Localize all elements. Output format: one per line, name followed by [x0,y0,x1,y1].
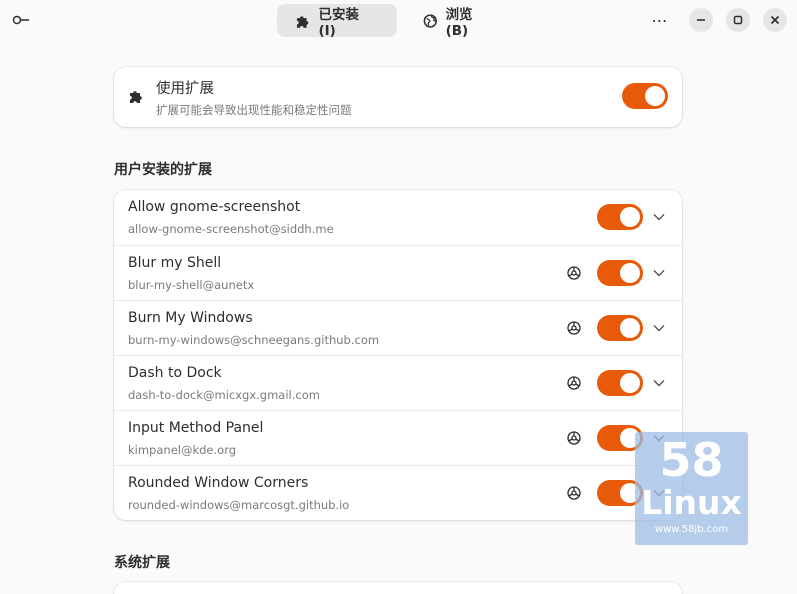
toggle-knob [620,318,640,338]
chevron-down-icon[interactable] [652,321,666,335]
system-extensions-heading: 系统扩展 [114,555,170,571]
use-extensions-card: 使用扩展 扩展可能会导致出现性能和稳定性问题 [114,67,682,127]
toggle-knob [620,373,640,393]
toggle-knob [620,263,640,283]
extension-toggle[interactable] [597,260,643,286]
extension-name: Rounded Window Corners [128,475,309,491]
tab-browse-label: 浏览 (B) [445,6,473,39]
maximize-button[interactable] [726,8,750,32]
list-item[interactable]: Dash to Dock dash-to-dock@micxgx.gmail.c… [114,355,682,410]
close-icon [770,15,780,25]
puzzle-icon [296,15,309,28]
use-extensions-toggle[interactable] [622,83,668,109]
puzzle-icon [130,91,142,103]
chevron-down-icon[interactable] [652,266,666,280]
extension-toggle[interactable] [597,370,643,396]
list-item[interactable]: Blur my Shell blur-my-shell@aunetx [114,245,682,300]
extension-id: allow-gnome-screenshot@siddh.me [128,222,334,236]
extension-name: Allow gnome-screenshot [128,199,301,215]
extension-toggle[interactable] [597,315,643,341]
extension-id: rounded-windows@marcosgt.github.io [128,498,350,512]
watermark-word: Linux [641,483,742,522]
extension-name: Dash to Dock [128,365,222,381]
watermark-url: www.58jb.com [654,524,729,535]
use-extensions-subtitle: 扩展可能会导致出现性能和稳定性问题 [156,103,352,117]
gear-icon[interactable] [566,485,582,501]
globe-icon [423,13,437,28]
extension-name: Input Method Panel [128,420,264,436]
key-icon[interactable] [12,13,30,27]
chevron-down-icon[interactable] [652,210,666,224]
user-extensions-list: Allow gnome-screenshot allow-gnome-scree… [114,190,682,520]
list-item[interactable]: Input Method Panel kimpanel@kde.org [114,410,682,465]
minimize-icon [697,19,705,21]
extension-id: burn-my-windows@schneegans.github.com [128,333,380,347]
watermark-logo: 58 Linux www.58jb.com [635,432,748,545]
tab-installed[interactable]: 已安装 (I) [277,4,397,39]
user-extensions-heading: 用户安装的扩展 [114,162,212,178]
use-extensions-title: 使用扩展 [156,81,214,97]
gear-icon[interactable] [566,375,582,391]
minimize-button[interactable] [689,8,713,32]
list-item[interactable]: Burn My Windows burn-my-windows@schneega… [114,300,682,355]
more-vertical-icon[interactable]: ⋯ [650,11,670,30]
close-button[interactable] [763,8,787,32]
gear-icon[interactable] [566,430,582,446]
tab-installed-label: 已安装 (I) [318,6,359,39]
system-extensions-list [114,582,682,594]
watermark-number: 58 [659,433,724,487]
extension-id: blur-my-shell@aunetx [128,278,255,292]
extension-name: Burn My Windows [128,310,253,326]
view-switcher: 已安装 (I) 浏览 (B) [277,4,513,39]
toggle-knob [620,207,640,227]
header-bar: 已安装 (I) 浏览 (B) ⋯ [0,0,797,40]
gear-icon[interactable] [566,320,582,336]
list-item[interactable]: Allow gnome-screenshot allow-gnome-scree… [114,190,682,245]
chevron-down-icon[interactable] [652,376,666,390]
extension-toggle[interactable] [597,204,643,230]
list-item[interactable]: Rounded Window Corners rounded-windows@m… [114,465,682,520]
maximize-icon [733,15,743,25]
extension-name: Blur my Shell [128,255,222,271]
tab-browse[interactable]: 浏览 (B) [403,4,513,39]
extension-id: dash-to-dock@micxgx.gmail.com [128,388,320,402]
toggle-knob [645,86,665,106]
extension-id: kimpanel@kde.org [128,443,237,457]
gear-icon[interactable] [566,265,582,281]
